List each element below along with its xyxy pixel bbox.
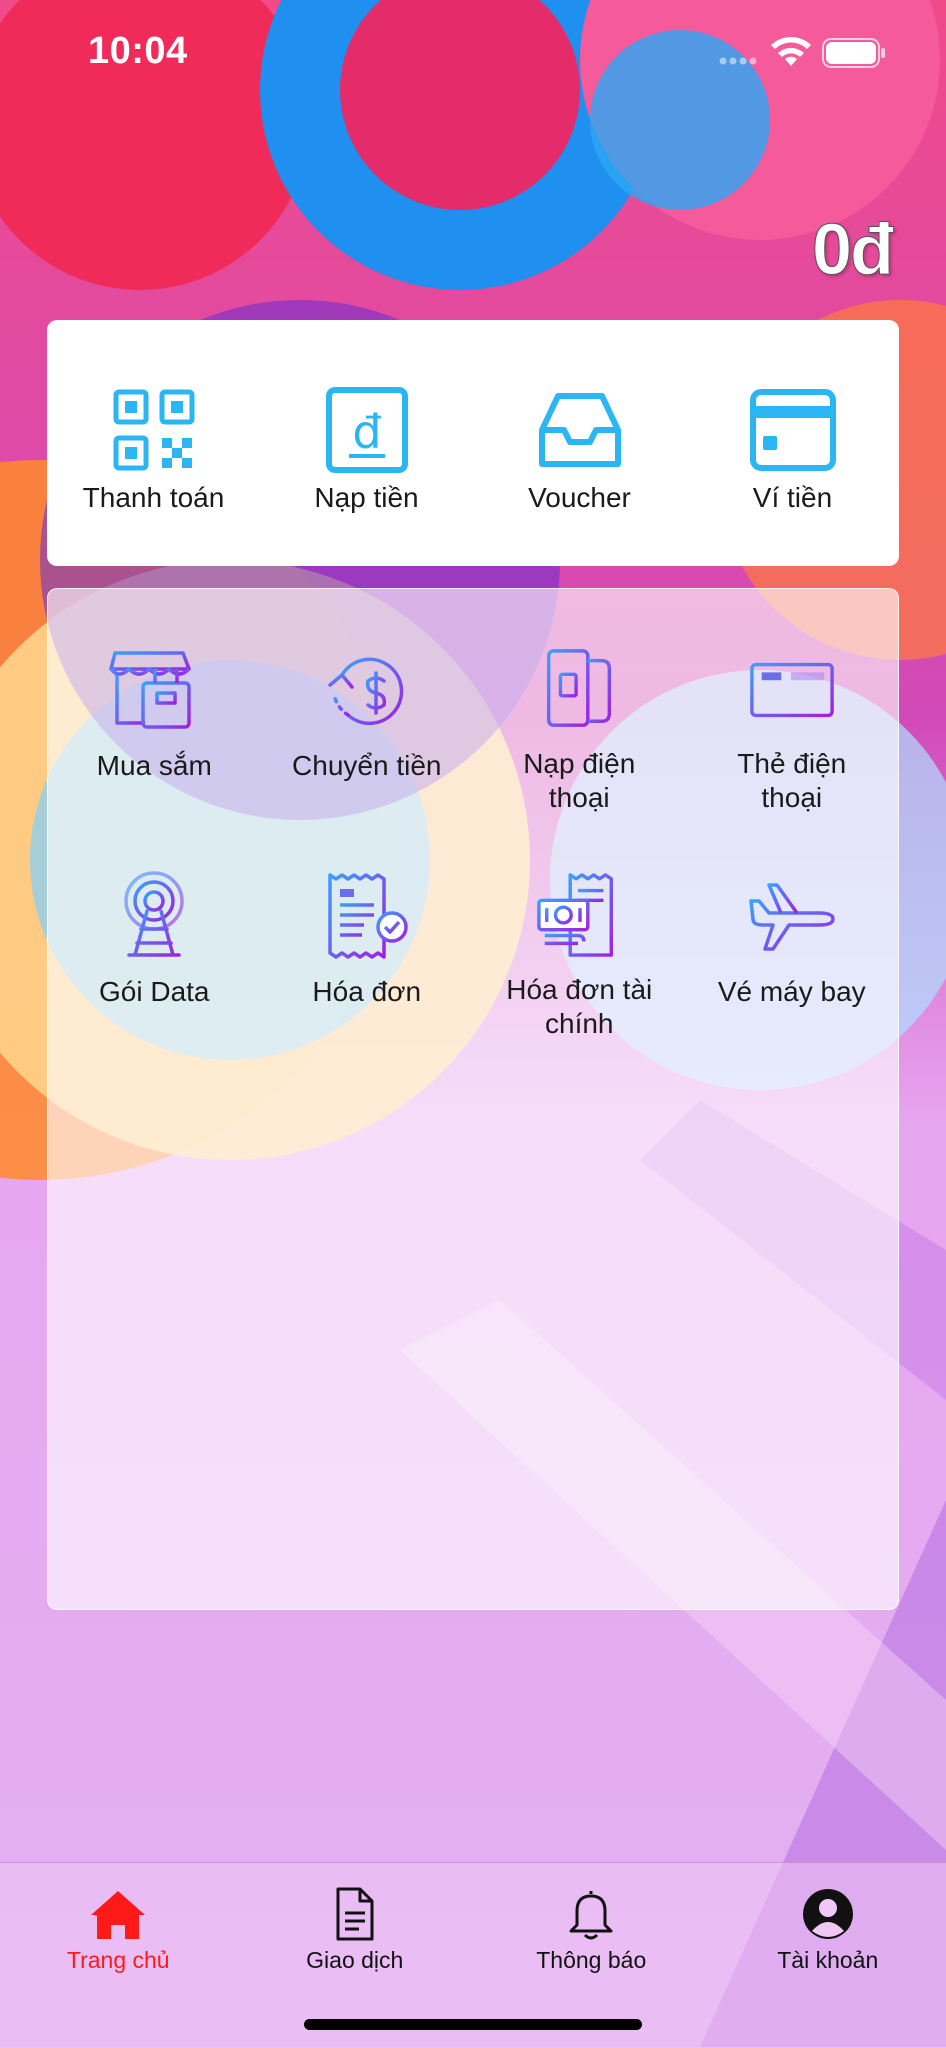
phone-card-icon bbox=[747, 645, 837, 733]
service-flight-ticket[interactable]: Vé máy bay bbox=[686, 815, 899, 1041]
service-label: Hóa đơn tài chính bbox=[504, 973, 654, 1041]
tab-label: Thông báo bbox=[536, 1947, 646, 1974]
status-bar: 10:04 bbox=[0, 0, 946, 105]
account-icon bbox=[799, 1887, 857, 1941]
service-phone-topup[interactable]: Nạp điện thoại bbox=[473, 589, 686, 815]
bottom-tab-bar: Trang chủ Giao dịch Thông báo bbox=[0, 1862, 946, 2048]
service-transfer[interactable]: Chuyển tiền bbox=[261, 589, 474, 815]
service-label: Mua sắm bbox=[79, 749, 229, 783]
document-icon bbox=[326, 1887, 384, 1941]
phone-topup-icon bbox=[534, 645, 624, 733]
svg-text:đ: đ bbox=[352, 405, 381, 459]
tab-label: Trang chủ bbox=[67, 1947, 170, 1974]
wallet-balance: 0đ bbox=[812, 214, 892, 286]
quick-action-label: Ví tiền bbox=[753, 482, 832, 514]
quick-actions-card: Thanh toán đ Nạp tiền Voucher Ví tiền bbox=[47, 320, 899, 566]
service-phone-card[interactable]: Thẻ điện thoại bbox=[686, 589, 899, 815]
tab-label: Tài khoản bbox=[777, 1947, 878, 1974]
tab-home[interactable]: Trang chủ bbox=[0, 1863, 237, 1983]
quick-action-voucher[interactable]: Voucher bbox=[473, 320, 686, 566]
tab-transactions[interactable]: Giao dịch bbox=[237, 1863, 474, 1983]
quick-action-label: Voucher bbox=[528, 482, 631, 514]
tab-notifications[interactable]: Thông báo bbox=[473, 1863, 710, 1983]
wifi-icon bbox=[770, 34, 812, 68]
bill-icon bbox=[322, 871, 412, 961]
bell-icon bbox=[562, 1887, 620, 1941]
quick-action-topup[interactable]: đ Nạp tiền bbox=[260, 320, 473, 566]
service-label: Chuyển tiền bbox=[292, 749, 442, 783]
service-shopping[interactable]: Mua sắm bbox=[48, 589, 261, 815]
battery-icon bbox=[822, 38, 886, 68]
tab-label: Giao dịch bbox=[306, 1947, 403, 1974]
finance-bill-icon bbox=[534, 871, 624, 959]
services-panel: Mua sắm Chuyển tiền bbox=[47, 588, 899, 1610]
antenna-icon bbox=[109, 871, 199, 961]
card-wallet-icon bbox=[749, 386, 837, 474]
status-time: 10:04 bbox=[88, 30, 188, 73]
money-transfer-icon bbox=[322, 645, 412, 735]
cellular-signal-icon bbox=[718, 56, 760, 66]
tab-account[interactable]: Tài khoản bbox=[710, 1863, 946, 1983]
shop-icon bbox=[109, 645, 199, 735]
quick-action-payment[interactable]: Thanh toán bbox=[47, 320, 260, 566]
home-icon bbox=[89, 1887, 147, 1941]
quick-action-label: Nạp tiền bbox=[314, 482, 418, 514]
service-finance-bill[interactable]: Hóa đơn tài chính bbox=[473, 815, 686, 1041]
service-label: Nạp điện thoại bbox=[504, 747, 654, 815]
service-label: Gói Data bbox=[79, 975, 229, 1009]
service-bill[interactable]: Hóa đơn bbox=[261, 815, 474, 1041]
dong-topup-icon: đ bbox=[323, 386, 411, 474]
airplane-icon bbox=[747, 871, 837, 961]
quick-action-wallet[interactable]: Ví tiền bbox=[686, 320, 899, 566]
service-label: Thẻ điện thoại bbox=[717, 747, 867, 815]
home-indicator[interactable] bbox=[304, 2019, 642, 2030]
service-data-package[interactable]: Gói Data bbox=[48, 815, 261, 1041]
service-label: Hóa đơn bbox=[292, 975, 442, 1009]
inbox-tray-icon bbox=[536, 386, 624, 474]
quick-action-label: Thanh toán bbox=[83, 482, 225, 514]
qr-code-icon bbox=[110, 386, 198, 474]
service-label: Vé máy bay bbox=[717, 975, 867, 1009]
